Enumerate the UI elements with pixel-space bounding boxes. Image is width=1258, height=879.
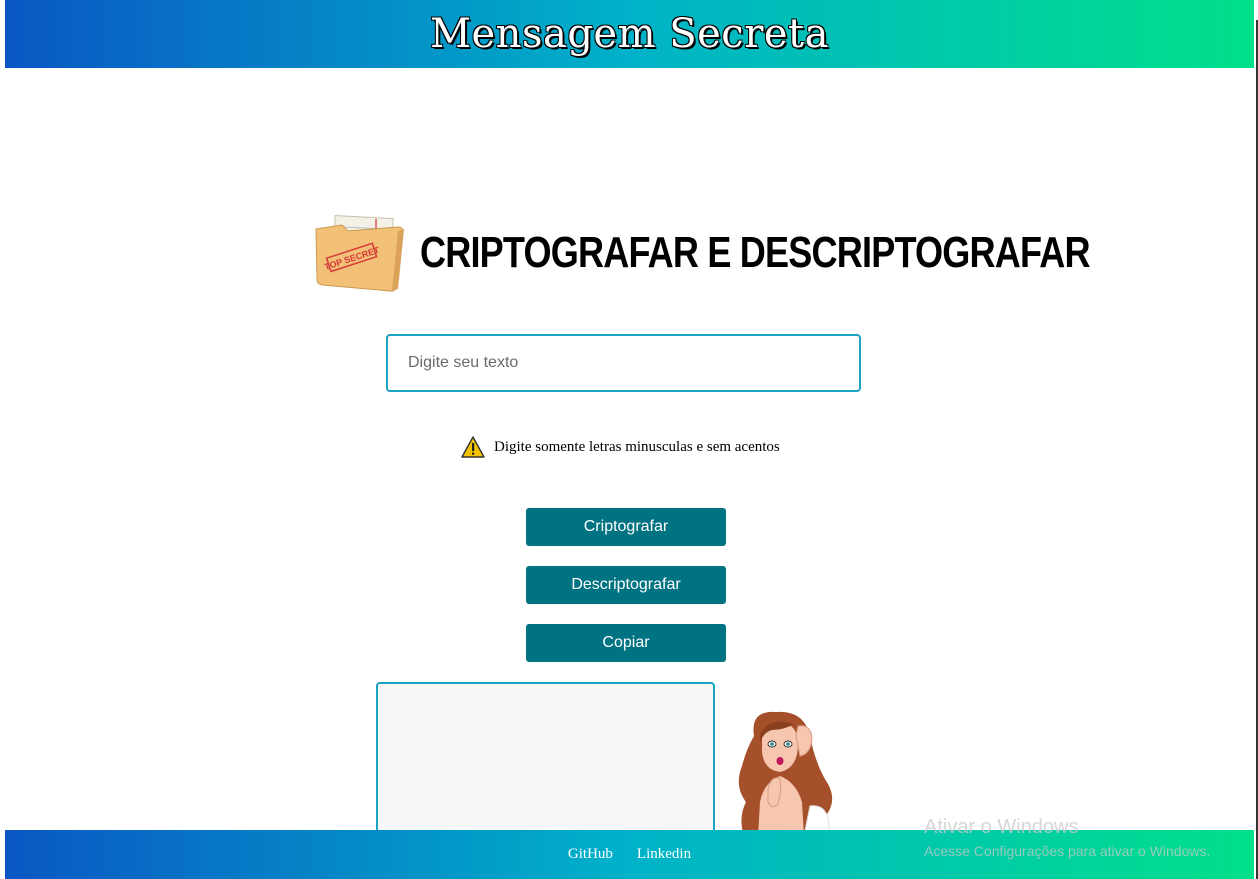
- warning-icon: [461, 436, 485, 458]
- footer-bar: GitHub Linkedin: [5, 830, 1254, 879]
- linkedin-link[interactable]: Linkedin: [637, 846, 691, 863]
- warning-text: Digite somente letras minusculas e sem a…: [494, 438, 780, 455]
- output-textarea[interactable]: [376, 682, 715, 842]
- headline: TOP SECRET CRIPTOGRAFAR E DESCRIPTOGRAFA…: [312, 212, 1237, 294]
- header-bar: Mensagem Secreta: [5, 0, 1254, 68]
- decrypt-button[interactable]: Descriptografar: [526, 566, 726, 604]
- warning-message: Digite somente letras minusculas e sem a…: [461, 436, 780, 458]
- github-link[interactable]: GitHub: [568, 846, 613, 863]
- text-input[interactable]: [386, 334, 861, 392]
- whispering-woman-illustration: [738, 711, 833, 836]
- section-heading: CRIPTOGRAFAR E DESCRIPTOGRAFAR: [420, 228, 1091, 277]
- page-title: Mensagem Secreta: [430, 11, 829, 57]
- encrypt-button[interactable]: Criptografar: [526, 508, 726, 546]
- top-secret-folder-icon: TOP SECRET: [315, 215, 404, 292]
- copy-button[interactable]: Copiar: [526, 624, 726, 662]
